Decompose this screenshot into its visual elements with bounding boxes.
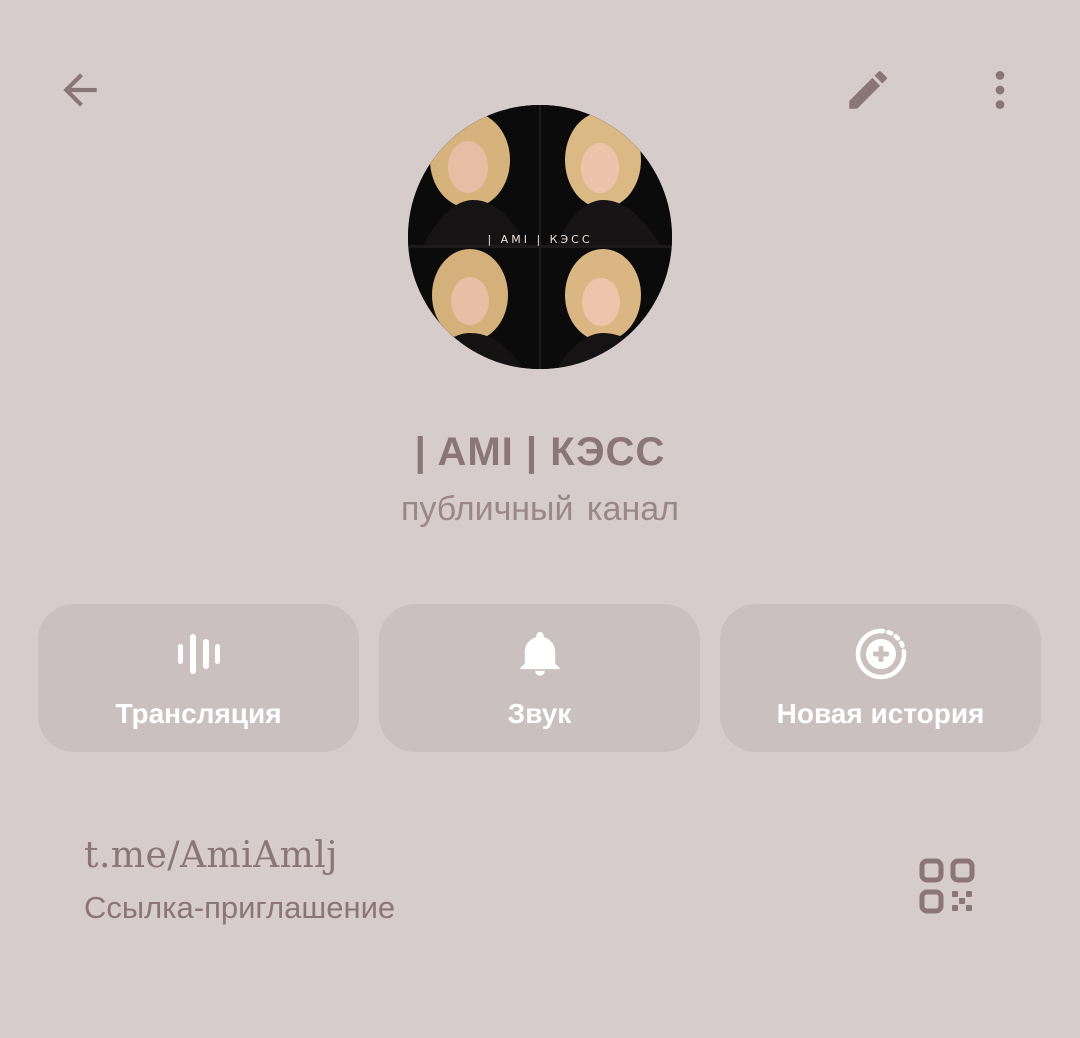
live-stream-icon — [177, 634, 220, 674]
channel-avatar[interactable]: | AMI | КЭСС — [408, 105, 672, 369]
qr-code-icon — [919, 858, 975, 914]
qr-code-button[interactable] — [916, 855, 980, 919]
invite-link[interactable]: t.me/AmiAmlj — [84, 835, 884, 876]
more-options-button[interactable] — [968, 58, 1032, 122]
sound-button[interactable]: Звук — [379, 604, 700, 752]
edit-button[interactable] — [836, 58, 900, 122]
avatar-caption: | AMI | КЭСС — [487, 233, 593, 246]
arrow-left-icon — [63, 73, 97, 107]
add-story-icon — [855, 628, 906, 680]
live-stream-button[interactable]: Трансляция — [38, 604, 359, 752]
bell-icon — [520, 631, 559, 676]
more-vertical-icon — [995, 71, 1005, 109]
channel-type: публичный канал — [401, 490, 679, 528]
new-story-button[interactable]: Новая история — [720, 604, 1041, 752]
invite-link-caption: Ссылка-приглашение — [84, 890, 396, 925]
new-story-label: Новая история — [776, 698, 985, 729]
invite-link-section: t.me/AmiAmlj Ссылка-приглашение — [84, 835, 884, 926]
channel-name: | AMI | КЭСС — [414, 430, 666, 474]
sound-label: Звук — [507, 698, 572, 729]
back-button[interactable] — [48, 58, 112, 122]
pencil-icon — [849, 71, 887, 109]
live-stream-label: Трансляция — [115, 698, 282, 729]
action-bar: Трансляция Звук Новая история — [38, 604, 1042, 752]
